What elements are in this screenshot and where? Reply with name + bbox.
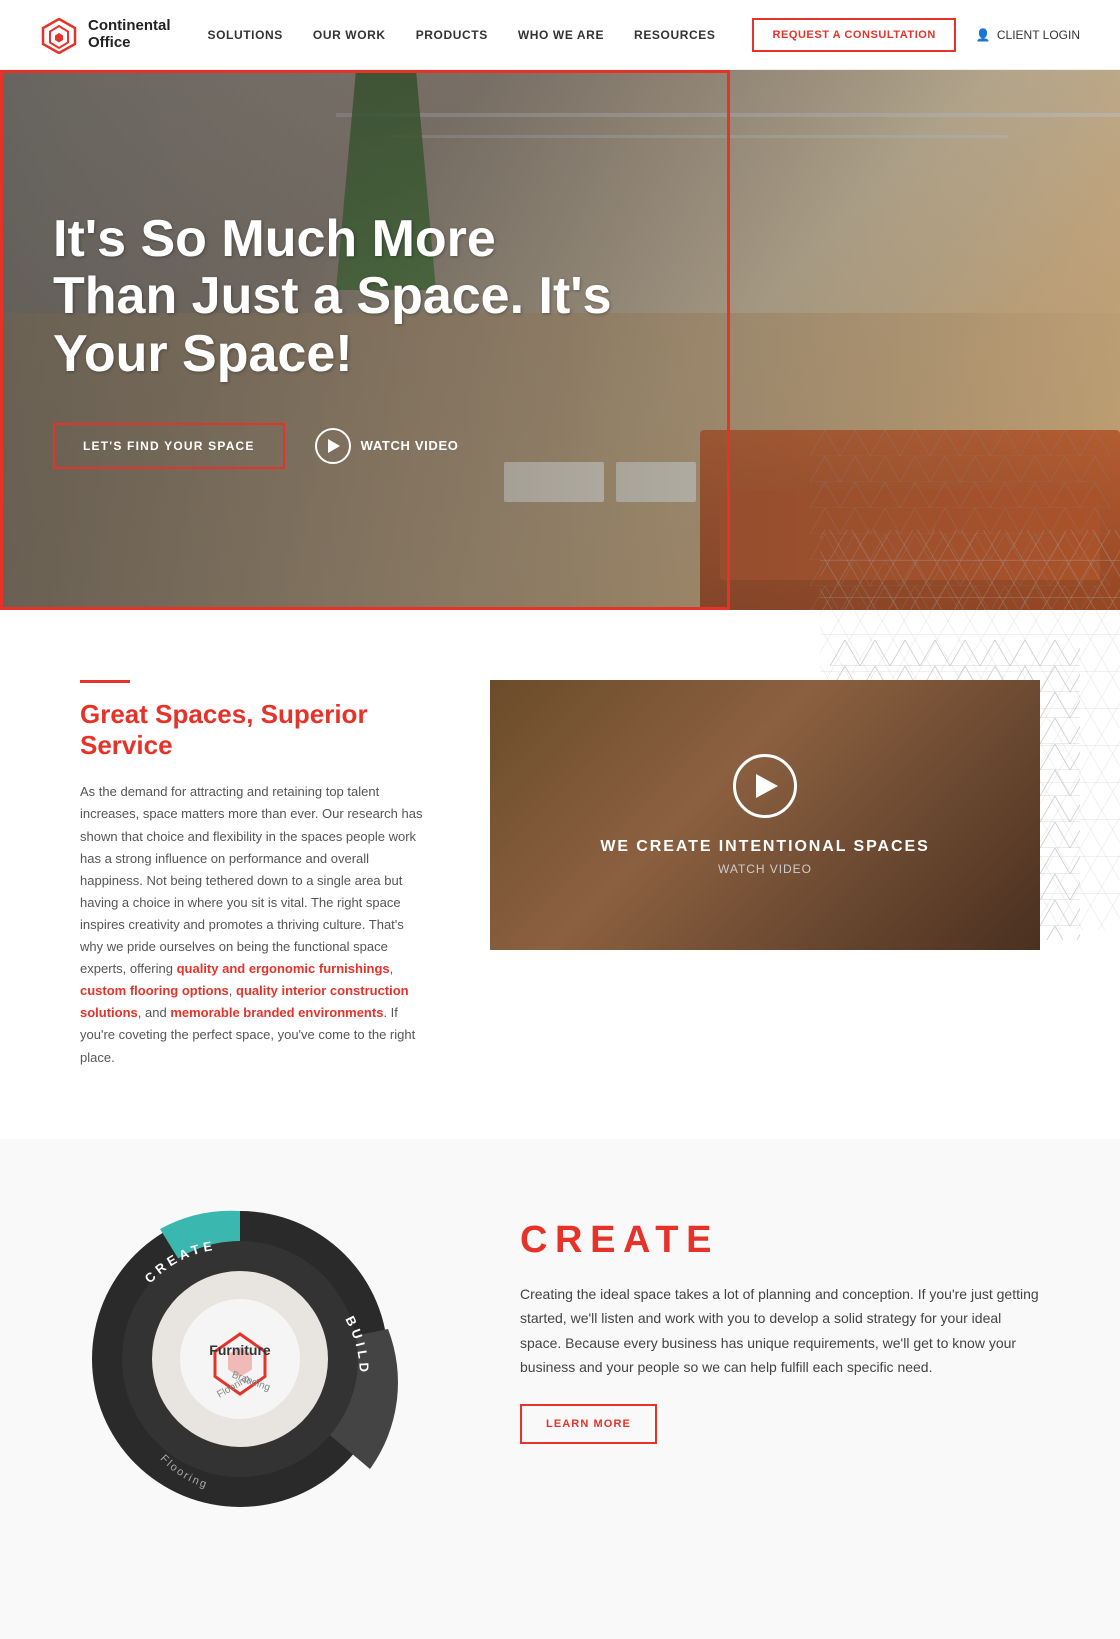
hero-section: It's So Much More Than Just a Space. It'… bbox=[0, 70, 1120, 610]
great-spaces-body: As the demand for attracting and retaini… bbox=[80, 781, 430, 1068]
section-rule bbox=[80, 680, 130, 683]
video-play-icon bbox=[756, 774, 778, 798]
hero-content: It's So Much More Than Just a Space. It'… bbox=[0, 70, 730, 610]
link-furnishings[interactable]: quality and ergonomic furnishings bbox=[177, 961, 390, 976]
video-thumbnail-container: WE CREATE INTENTIONAL SPACES WATCH VIDEO bbox=[490, 680, 1040, 1069]
wheel-diagram: Furniture Flooring Branding CREATE BUILD… bbox=[80, 1199, 400, 1519]
request-consultation-button[interactable]: REQUEST A CONSULTATION bbox=[752, 18, 955, 52]
hero-actions: LET'S FIND YOUR SPACE WATCH VIDEO bbox=[53, 423, 677, 469]
play-triangle bbox=[328, 439, 340, 453]
svg-text:Furniture: Furniture bbox=[209, 1342, 271, 1358]
nav-products[interactable]: PRODUCTS bbox=[416, 28, 488, 42]
video-thumbnail[interactable]: WE CREATE INTENTIONAL SPACES WATCH VIDEO bbox=[490, 680, 1040, 950]
video-subtitle: WATCH VIDEO bbox=[718, 862, 812, 876]
create-wheel: Furniture Flooring Branding CREATE BUILD… bbox=[80, 1199, 460, 1579]
logo[interactable]: Continental Office bbox=[40, 16, 171, 54]
create-right: CREATE Creating the ideal space takes a … bbox=[520, 1199, 1040, 1444]
hero-title: It's So Much More Than Just a Space. It'… bbox=[53, 211, 633, 383]
great-spaces-text: Great Spaces, Superior Service As the de… bbox=[80, 680, 430, 1069]
navigation: Continental Office SOLUTIONS OUR WORK PR… bbox=[0, 0, 1120, 70]
video-play-button[interactable] bbox=[733, 754, 797, 818]
learn-more-button[interactable]: LEARN MORE bbox=[520, 1404, 657, 1444]
watch-video-button[interactable]: WATCH VIDEO bbox=[315, 428, 459, 464]
link-flooring[interactable]: custom flooring options bbox=[80, 983, 229, 998]
hero-triangle-pattern bbox=[810, 430, 1110, 610]
link-branded[interactable]: memorable branded environments bbox=[170, 1005, 383, 1020]
play-icon bbox=[315, 428, 351, 464]
nav-links: SOLUTIONS OUR WORK PRODUCTS WHO WE ARE R… bbox=[207, 26, 715, 44]
nav-solutions[interactable]: SOLUTIONS bbox=[207, 28, 282, 42]
nav-our-work[interactable]: OUR WORK bbox=[313, 28, 386, 42]
nav-who-we-are[interactable]: WHO WE ARE bbox=[518, 28, 604, 42]
great-spaces-section: Great Spaces, Superior Service As the de… bbox=[0, 610, 1120, 1139]
user-icon: 👤 bbox=[976, 28, 991, 42]
create-heading: CREATE bbox=[520, 1219, 1040, 1262]
create-section: Furniture Flooring Branding CREATE BUILD… bbox=[0, 1139, 1120, 1639]
video-title: WE CREATE INTENTIONAL SPACES bbox=[600, 838, 929, 856]
client-login-button[interactable]: 👤 CLIENT LOGIN bbox=[976, 28, 1080, 42]
create-body: Creating the ideal space takes a lot of … bbox=[520, 1282, 1040, 1380]
nav-right: REQUEST A CONSULTATION 👤 CLIENT LOGIN bbox=[752, 18, 1080, 52]
great-spaces-heading: Great Spaces, Superior Service bbox=[80, 699, 430, 761]
logo-text: Continental Office bbox=[88, 18, 171, 51]
logo-icon bbox=[40, 16, 78, 54]
nav-resources[interactable]: RESOURCES bbox=[634, 28, 715, 42]
find-space-button[interactable]: LET'S FIND YOUR SPACE bbox=[53, 423, 285, 469]
